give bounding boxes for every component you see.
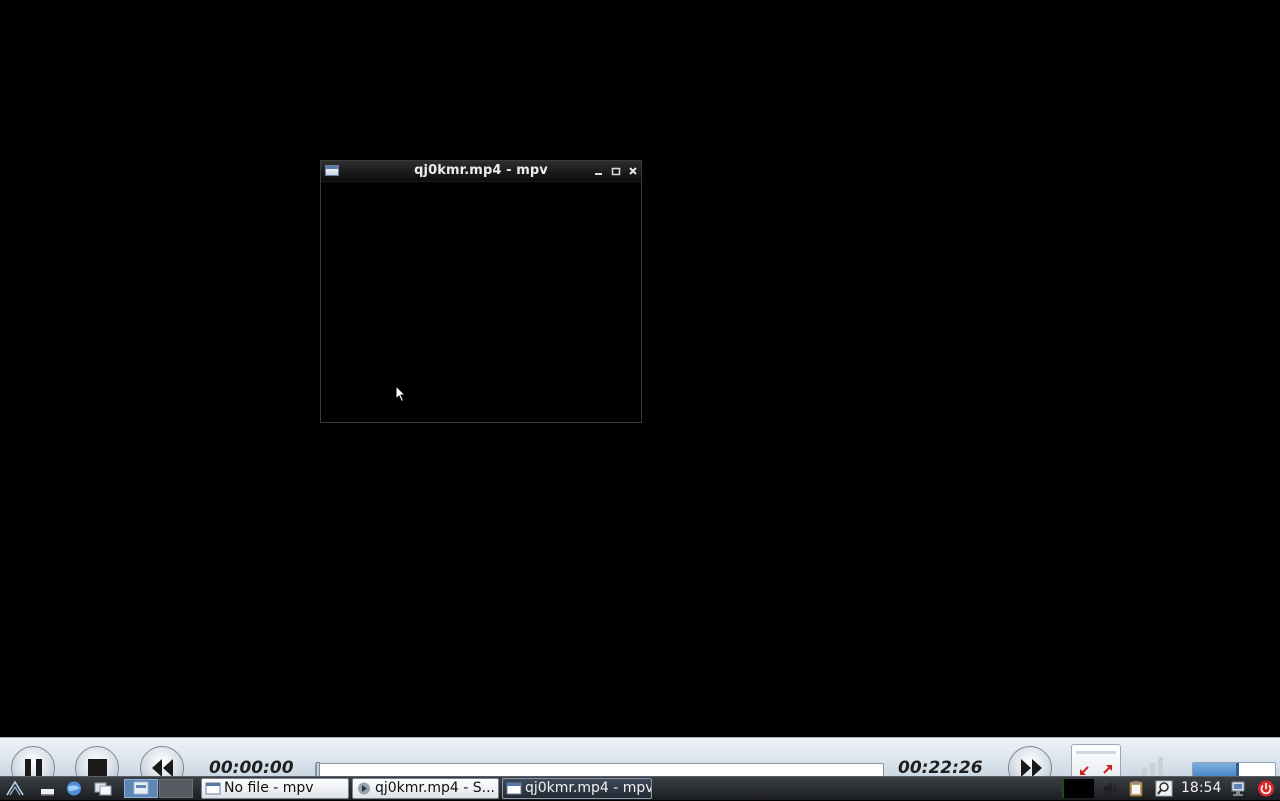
fast-forward-icon — [1021, 759, 1042, 777]
volume-icon[interactable] — [1138, 748, 1168, 777]
volume-handle[interactable] — [1236, 763, 1239, 777]
system-monitor-graph[interactable] — [1062, 779, 1094, 798]
taskbar: No file - mpv qj0kmr.mp4 - S... qj0kmr.m… — [0, 776, 1280, 800]
minimize-button[interactable] — [592, 164, 606, 178]
window-icon — [506, 782, 522, 795]
task-label: qj0kmr.mp4 - S... — [375, 780, 495, 796]
smplayer-icon — [358, 782, 370, 795]
volume-slider[interactable] — [1192, 762, 1276, 777]
stop-icon — [88, 759, 107, 777]
files-launcher-icon[interactable] — [39, 780, 57, 797]
desktop-1-icon — [133, 781, 149, 795]
browser-launcher-icon[interactable] — [65, 780, 83, 797]
seek-bar[interactable] — [315, 762, 884, 777]
maximize-icon — [611, 167, 621, 176]
fullscreen-button[interactable] — [1071, 744, 1121, 777]
search-icon[interactable] — [1155, 780, 1173, 797]
maximize-button[interactable] — [609, 164, 623, 178]
fast-forward-button[interactable] — [1008, 746, 1052, 777]
task-mpv-active[interactable]: qj0kmr.mp4 - mpv — [502, 778, 652, 799]
total-time: 00:22:26 — [898, 758, 983, 777]
speaker-icon[interactable] — [1102, 780, 1120, 797]
volume-fill — [1193, 763, 1238, 777]
mouse-cursor-icon — [395, 385, 407, 403]
close-icon — [629, 167, 637, 175]
clipboard-icon[interactable] — [1127, 780, 1145, 797]
close-button[interactable] — [626, 164, 640, 178]
task-label: No file - mpv — [224, 780, 314, 796]
stop-button[interactable] — [75, 746, 119, 777]
task-smplayer[interactable]: qj0kmr.mp4 - S... — [352, 778, 499, 799]
windows-launcher-icon[interactable] — [94, 780, 112, 797]
network-icon[interactable] — [1229, 780, 1247, 797]
pause-icon — [25, 759, 42, 777]
task-no-file-mpv[interactable]: No file - mpv — [201, 778, 349, 799]
rewind-icon — [152, 759, 173, 777]
window-titlebar[interactable]: qj0kmr.mp4 - mpv — [321, 161, 641, 182]
desktop: qj0kmr.mp4 - mpv 00:00:00 00:22:26 No fi… — [0, 0, 1280, 800]
start-menu-icon[interactable] — [6, 780, 24, 797]
seek-handle[interactable] — [316, 762, 320, 777]
power-icon[interactable] — [1257, 780, 1275, 797]
minimize-icon — [595, 173, 602, 175]
task-label: qj0kmr.mp4 - mpv — [525, 780, 652, 796]
fullscreen-icon — [1076, 751, 1116, 775]
mpv-window[interactable]: qj0kmr.mp4 - mpv — [320, 160, 642, 423]
clock[interactable]: 18:54 — [1181, 779, 1221, 797]
elapsed-time: 00:00:00 — [209, 758, 294, 777]
player-control-bar: 00:00:00 00:22:26 — [0, 737, 1280, 777]
video-area[interactable] — [321, 182, 641, 422]
desktop-switcher-1[interactable] — [124, 779, 158, 798]
desktop-switcher-2[interactable] — [159, 779, 193, 798]
window-icon — [205, 782, 221, 795]
pause-button[interactable] — [11, 746, 55, 777]
rewind-button[interactable] — [140, 746, 184, 777]
